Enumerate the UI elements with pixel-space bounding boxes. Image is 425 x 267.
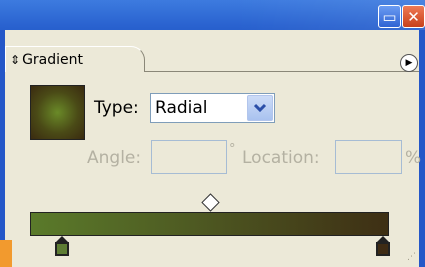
play-arrow-icon: ▶ — [405, 58, 413, 68]
minimize-button[interactable]: ▭ — [378, 5, 401, 28]
type-select[interactable]: Radial — [150, 93, 275, 123]
stop-color-swatch — [376, 242, 390, 256]
gradient-stop-end[interactable] — [376, 236, 390, 258]
chevron-down-icon[interactable] — [247, 95, 273, 121]
tab-expand-icon: ⇕ — [10, 52, 21, 67]
degree-symbol: ° — [229, 142, 236, 157]
gradient-preview-swatch — [30, 85, 85, 140]
angle-input[interactable] — [151, 140, 227, 174]
location-label: Location: — [242, 148, 320, 168]
gradient-stop-start[interactable] — [55, 236, 69, 258]
angle-label: Angle: — [87, 148, 142, 168]
gradient-ramp[interactable] — [30, 212, 389, 236]
tab-divider — [145, 71, 419, 72]
location-input[interactable] — [335, 140, 402, 174]
type-label: Type: — [94, 98, 139, 118]
tab-gradient[interactable]: ⇕ Gradient — [5, 46, 145, 72]
close-button[interactable]: ✕ — [402, 5, 425, 28]
resize-grip-icon[interactable]: ⋰ — [407, 253, 417, 263]
panel-menu-button[interactable]: ▶ — [400, 54, 418, 72]
tab-gradient-label: Gradient — [22, 51, 83, 68]
percent-symbol: % — [405, 148, 422, 168]
background-window-corner — [0, 240, 12, 267]
minimize-icon: ▭ — [382, 7, 397, 26]
close-icon: ✕ — [407, 7, 420, 26]
stop-color-swatch — [55, 242, 69, 256]
type-select-value: Radial — [155, 98, 208, 118]
